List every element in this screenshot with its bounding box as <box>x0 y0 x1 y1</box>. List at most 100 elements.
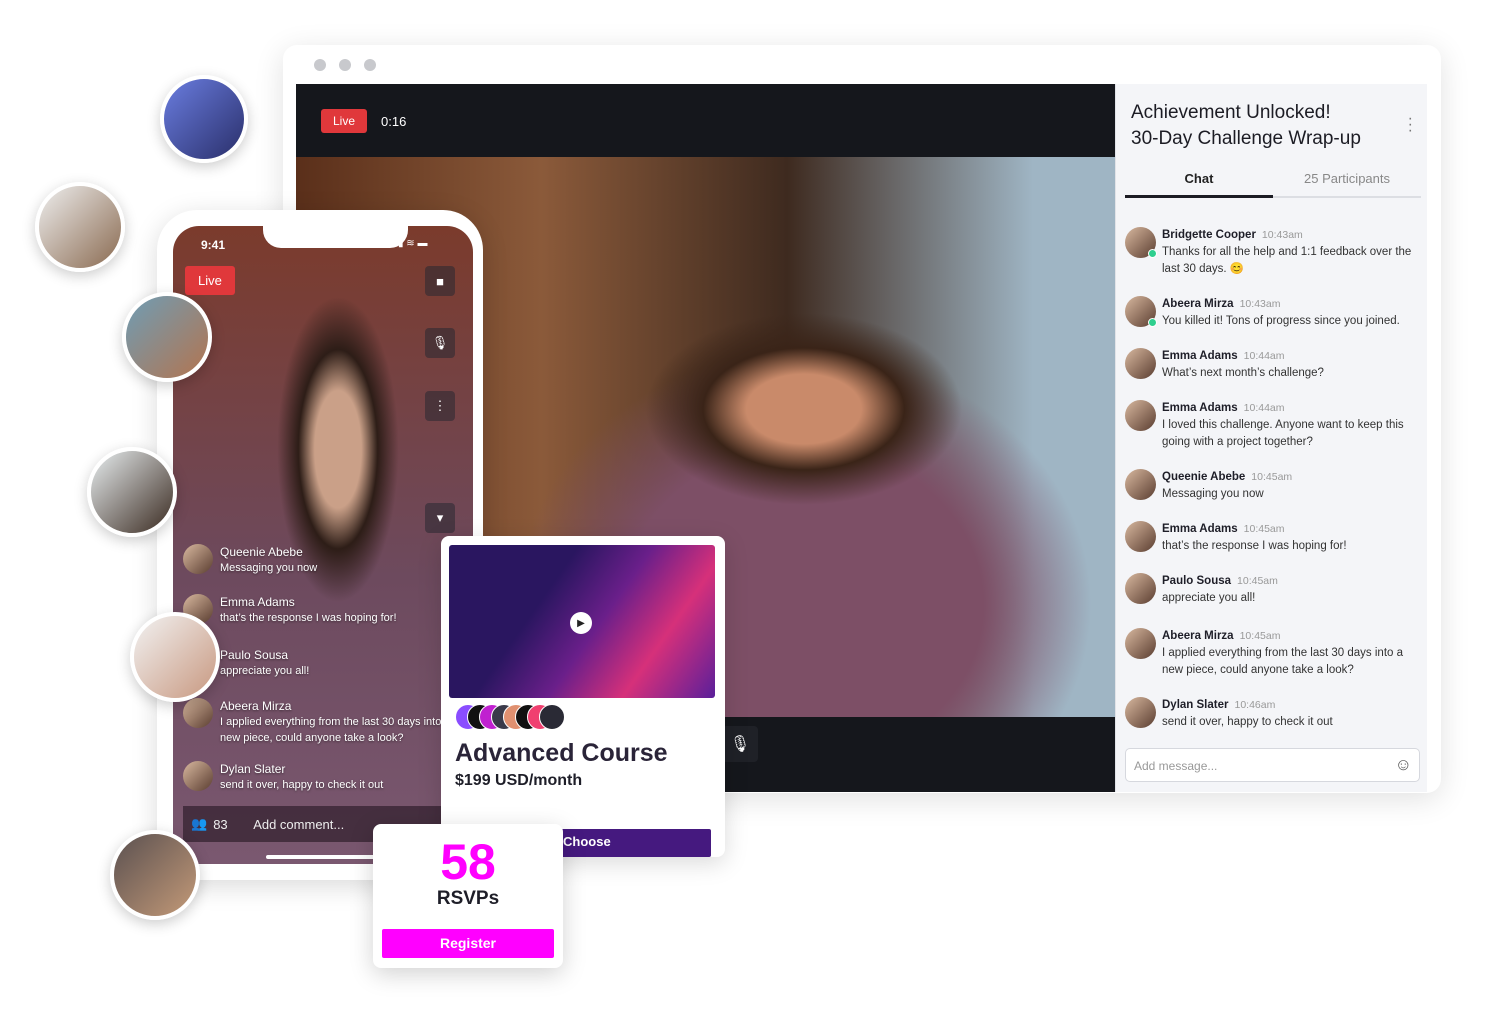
avatar <box>1125 628 1156 659</box>
stage-topbar: Live 0:16 <box>296 84 1115 157</box>
message-text: You killed it! Tons of progress since yo… <box>1162 315 1400 327</box>
sender-name: Emma Adams <box>1162 523 1238 535</box>
attendee-avatar <box>87 447 177 537</box>
live-comment: Paulo Sousa appreciate you all! <box>183 647 453 679</box>
phone-notch <box>263 226 408 248</box>
window-dot <box>339 59 351 71</box>
live-comment: Emma Adams that’s the response I was hopi… <box>183 594 453 626</box>
chat-message: Paulo Sousa 10:45am appreciate you all! <box>1125 573 1423 607</box>
sender-name: Dylan Slater <box>1162 699 1229 711</box>
comment-input[interactable]: Add comment... <box>253 817 344 832</box>
chat-message: Queenie Abebe 10:45am Messaging you now <box>1125 469 1423 503</box>
attendee-avatar <box>160 75 248 163</box>
choose-button[interactable]: Choose <box>553 829 711 857</box>
attendee-avatar <box>110 830 200 920</box>
avatar <box>1125 521 1156 552</box>
message-text: I applied everything from the last 30 da… <box>1162 647 1404 676</box>
sender-name: Abeera Mirza <box>220 699 292 713</box>
status-icons: ▮ ≋ ▬ <box>398 238 428 249</box>
sender-name: Emma Adams <box>220 595 295 609</box>
attendee-avatar <box>130 612 220 702</box>
viewer-count: 83 <box>213 816 228 832</box>
tab-participants[interactable]: 25 Participants <box>1273 168 1421 196</box>
avatar <box>1125 697 1156 728</box>
message-time: 10:45am <box>1239 630 1281 642</box>
chat-message: Emma Adams 10:44am I loved this challenge.… <box>1125 400 1423 451</box>
attendee-avatar <box>35 182 125 272</box>
message-time: 10:45am <box>1251 471 1293 483</box>
avatar <box>1125 573 1156 604</box>
sender-name: Emma Adams <box>1162 402 1238 414</box>
sender-name: Bridgette Cooper <box>1162 229 1256 241</box>
message-text: What’s next month’s challenge? <box>1162 367 1324 379</box>
more-button[interactable]: ⋮ <box>425 391 455 421</box>
rsvp-card: 58 RSVPs Register <box>373 824 563 968</box>
video-camera-icon: ■ <box>436 273 444 289</box>
avatar <box>183 544 213 574</box>
more-vertical-icon: ⋮ <box>433 398 447 413</box>
attendee-avatar <box>122 292 212 382</box>
course-video-thumbnail[interactable]: ▶ <box>449 545 715 698</box>
chevron-down-icon: ▾ <box>436 510 444 525</box>
status-time: 9:41 <box>201 238 226 252</box>
sender-name: Abeera Mirza <box>1162 630 1234 642</box>
achievement-badges <box>455 704 565 730</box>
comment-text: appreciate you all! <box>220 665 310 677</box>
live-comment: Queenie Abebe Messaging you now <box>183 544 453 576</box>
message-time: 10:46am <box>1234 699 1276 711</box>
viewers-icon: 👥 <box>191 816 208 831</box>
chat-message: Bridgette Cooper 10:43am Thanks for all th… <box>1125 227 1423 278</box>
comment-text: I applied everything from the last 30 da… <box>220 716 451 744</box>
avatar <box>183 761 213 791</box>
message-time: 10:43am <box>1261 229 1303 241</box>
course-price: $199 USD/month <box>455 772 583 789</box>
sender-name: Queenie Abebe <box>1162 471 1246 483</box>
chat-message: Emma Adams 10:45am that’s the response I w… <box>1125 521 1423 555</box>
avatar <box>183 698 213 728</box>
chat-message: Emma Adams 10:44am What’s next month’s cha… <box>1125 348 1423 382</box>
message-time: 10:44am <box>1243 350 1285 362</box>
more-options-icon[interactable]: · · · <box>1408 111 1413 139</box>
tab-chat[interactable]: Chat <box>1125 168 1273 198</box>
comment-text: Messaging you now <box>220 562 318 574</box>
rsvp-count: 58 <box>440 834 496 890</box>
live-comment: Dylan Slater send it over, happy to check… <box>183 761 453 793</box>
comment-text: send it over, happy to check it out <box>220 779 384 791</box>
window-dot <box>364 59 376 71</box>
sender-name: Abeera Mirza <box>1162 298 1234 310</box>
online-indicator <box>1148 249 1157 258</box>
message-input[interactable]: Add message... ☺ <box>1125 748 1420 782</box>
collapse-button[interactable]: ▾ <box>425 503 455 533</box>
mobile-screen: 9:41 ▮ ≋ ▬ Live ■ 🎙 ⋮ ▾ Queenie Abebe Mes… <box>173 226 473 864</box>
chat-message: Dylan Slater 10:46am send it over, happy t… <box>1125 697 1423 731</box>
sender-name: Dylan Slater <box>220 762 286 776</box>
avatar <box>1125 348 1156 379</box>
mobile-phone: 9:41 ▮ ≋ ▬ Live ■ 🎙 ⋮ ▾ Queenie Abebe Mes… <box>157 210 483 880</box>
message-time: 10:45am <box>1243 523 1285 535</box>
live-comment: Abeera Mirza I applied everything from th… <box>183 698 453 746</box>
window-dot <box>314 59 326 71</box>
rsvp-label: RSVPs <box>436 888 500 909</box>
avatar <box>1125 469 1156 500</box>
microphone-icon: 🎙 <box>729 736 751 753</box>
chat-tabs: Chat 25 Participants <box>1125 168 1421 198</box>
chat-message: Abeera Mirza 10:43am You killed it! Tons o… <box>1125 296 1423 330</box>
play-icon[interactable]: ▶ <box>570 612 592 634</box>
message-text: appreciate you all! <box>1162 592 1256 604</box>
event-title: Achievement Unlocked! 30-Day Challenge Wr… <box>1131 102 1361 149</box>
emoji-icon[interactable]: ☺ <box>1395 755 1412 775</box>
camera-button[interactable]: ■ <box>425 266 455 296</box>
chat-message: Abeera Mirza 10:45am I applied everything … <box>1125 628 1423 679</box>
live-badge: Live <box>185 266 235 295</box>
message-text: Thanks for all the help and 1:1 feedback… <box>1162 246 1412 275</box>
mic-button[interactable]: 🎙 <box>425 328 455 358</box>
message-text: send it over, happy to check it out <box>1162 716 1333 728</box>
sender-name: Queenie Abebe <box>220 545 303 559</box>
chat-panel: Achievement Unlocked! 30-Day Challenge Wr… <box>1115 84 1427 792</box>
microphone-icon: 🎙 <box>431 335 449 350</box>
microphone-button[interactable]: 🎙 <box>722 726 758 762</box>
online-indicator <box>1148 318 1157 327</box>
course-title: Advanced Course <box>455 739 668 767</box>
register-button[interactable]: Register <box>382 929 554 958</box>
badge-icon <box>539 704 565 730</box>
